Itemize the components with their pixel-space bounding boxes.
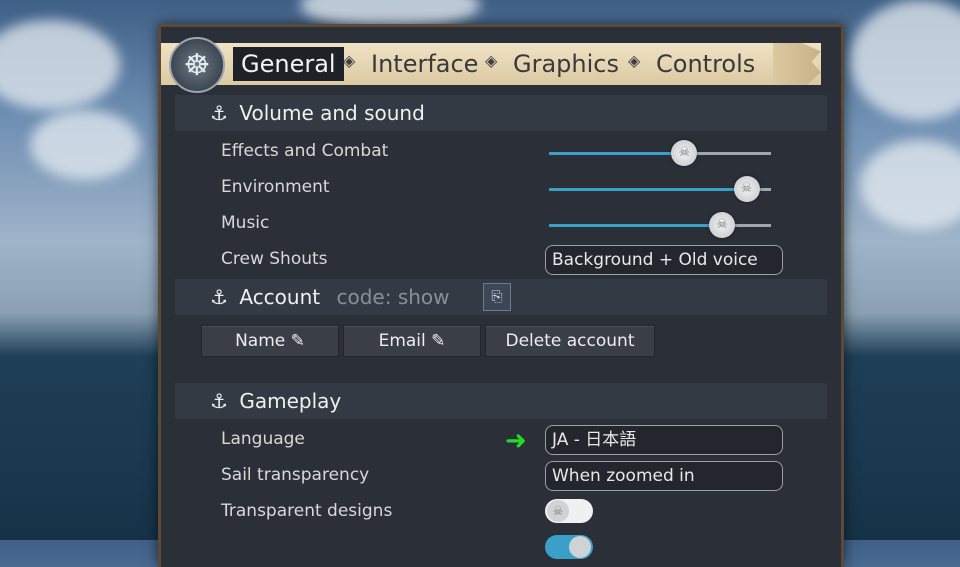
next-setting-toggle[interactable] bbox=[545, 535, 593, 559]
diamond-icon: ◈ bbox=[628, 51, 641, 70]
copy-icon[interactable]: ⎘ bbox=[483, 283, 511, 311]
sail-transparency-dropdown[interactable]: When zoomed in bbox=[545, 461, 783, 491]
slider-thumb[interactable]: ☠ bbox=[671, 140, 698, 166]
environment-label: Environment bbox=[221, 177, 330, 197]
crew-shouts-dropdown[interactable]: Background + Old voice bbox=[545, 245, 783, 275]
effects-slider[interactable]: ☠ bbox=[549, 140, 771, 166]
slider-fill bbox=[549, 188, 747, 191]
music-label: Music bbox=[221, 213, 270, 233]
tab-interface[interactable]: Interface bbox=[371, 47, 478, 81]
effects-label: Effects and Combat bbox=[221, 141, 389, 161]
section-volume: ⚓ Volume and sound bbox=[175, 95, 827, 131]
cloud bbox=[0, 20, 120, 110]
section-title: Volume and sound bbox=[239, 101, 425, 125]
crew-shouts-label: Crew Shouts bbox=[221, 249, 328, 269]
music-slider[interactable]: ☠ bbox=[549, 212, 771, 238]
diamond-icon: ◈ bbox=[485, 51, 498, 70]
anchor-icon: ⚓ bbox=[210, 101, 228, 125]
sail-transparency-label: Sail transparency bbox=[221, 465, 370, 485]
diamond-icon: ◈ bbox=[343, 51, 356, 70]
cloud bbox=[860, 140, 960, 230]
anchor-icon: ⚓ bbox=[210, 389, 228, 413]
cloud bbox=[850, 0, 960, 120]
code-show-link[interactable]: code: show bbox=[336, 285, 449, 309]
slider-thumb[interactable]: ☠ bbox=[733, 176, 760, 202]
tab-graphics[interactable]: Graphics bbox=[513, 47, 619, 81]
name-button[interactable]: Name ✎ bbox=[201, 325, 339, 357]
slider-fill bbox=[549, 224, 723, 227]
language-dropdown[interactable]: JA - 日本語 bbox=[545, 425, 783, 455]
tab-general[interactable]: General bbox=[233, 47, 344, 81]
toggle-knob bbox=[569, 536, 591, 558]
toggle-knob: ☠ bbox=[547, 500, 569, 522]
slider-thumb[interactable]: ☠ bbox=[709, 212, 736, 238]
slider-fill bbox=[549, 152, 685, 155]
section-gameplay: ⚓ Gameplay bbox=[175, 383, 827, 419]
arrow-right-icon: ➜ bbox=[505, 426, 527, 456]
anchor-icon: ⚓ bbox=[210, 285, 228, 309]
environment-slider[interactable]: ☠ bbox=[549, 176, 771, 202]
language-label: Language bbox=[221, 429, 305, 449]
section-title: Gameplay bbox=[239, 389, 342, 413]
cloud bbox=[30, 110, 140, 180]
email-button[interactable]: Email ✎ bbox=[343, 325, 481, 357]
transparent-designs-toggle[interactable]: ☠ bbox=[545, 499, 593, 523]
section-title: Account bbox=[239, 285, 321, 309]
settings-panel: ☸ General ◈ Interface ◈ Graphics ◈ Contr… bbox=[158, 24, 844, 567]
delete-account-button[interactable]: Delete account bbox=[485, 325, 655, 357]
tab-controls[interactable]: Controls bbox=[656, 47, 755, 81]
transparent-designs-label: Transparent designs bbox=[221, 501, 393, 521]
ship-wheel-icon[interactable]: ☸ bbox=[169, 37, 225, 93]
